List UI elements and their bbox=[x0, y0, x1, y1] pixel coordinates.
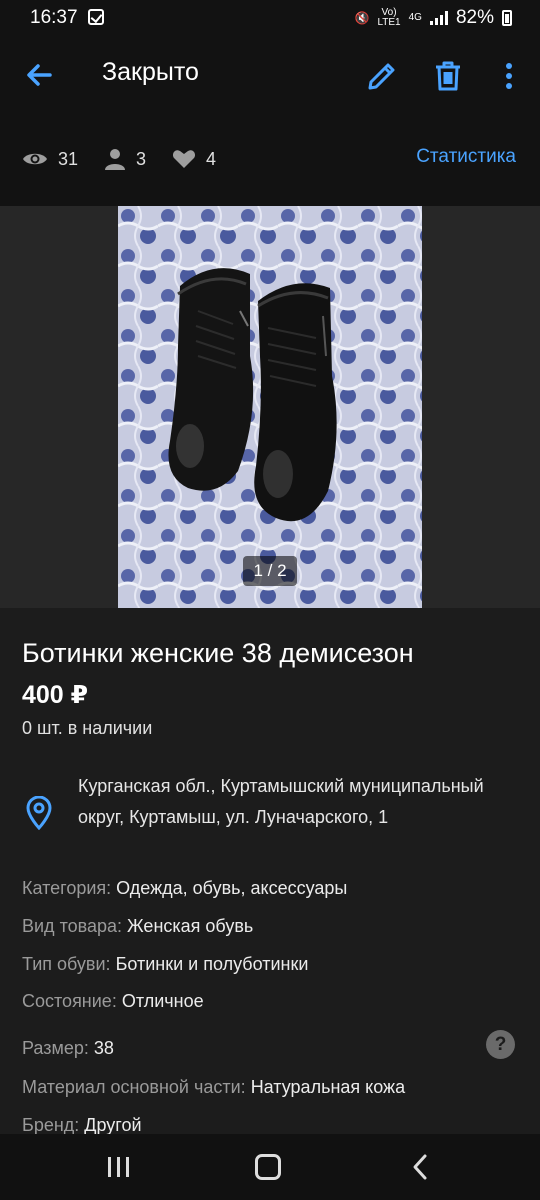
status-bar: 16:37 🔇 Vo) LTE1 4G 82% bbox=[0, 0, 540, 36]
home-button[interactable] bbox=[238, 1144, 298, 1190]
product-price: 400 ₽ bbox=[22, 681, 89, 709]
network-type: 4G bbox=[408, 12, 422, 23]
photo-gallery[interactable]: 1 / 2 bbox=[0, 206, 540, 608]
listing-details: Ботинки женские 38 демисезон 400 ₽ 0 шт.… bbox=[0, 608, 540, 1136]
chevron-left-icon bbox=[413, 1154, 427, 1180]
attribute-row-condition: Состояние: Отличное bbox=[22, 991, 204, 1012]
volte-indicator: Vo) LTE1 bbox=[377, 8, 400, 28]
product-title: Ботинки женские 38 демисезон bbox=[22, 638, 414, 668]
statistics-link[interactable]: Статистика bbox=[416, 146, 516, 168]
favorites-stat: 4 bbox=[172, 149, 216, 170]
attribute-row-material: Материал основной части: Натуральная кож… bbox=[22, 1077, 405, 1098]
help-icon[interactable]: ? bbox=[486, 1030, 515, 1059]
edit-pencil-icon bbox=[368, 63, 395, 90]
more-options-button[interactable] bbox=[490, 56, 528, 96]
product-photo[interactable] bbox=[118, 206, 422, 608]
views-count: 31 bbox=[58, 148, 79, 169]
location-pin-icon bbox=[26, 796, 52, 830]
address-text[interactable]: Курганская обл., Куртамышский муниципаль… bbox=[78, 771, 498, 833]
back-button[interactable] bbox=[20, 56, 60, 96]
attribute-row-shoe-type: Тип обуви: Ботинки и полуботинки bbox=[22, 954, 308, 975]
status-time: 16:37 bbox=[30, 7, 78, 28]
lte-label: LTE1 bbox=[377, 17, 401, 28]
delete-button[interactable] bbox=[428, 56, 468, 96]
eye-icon bbox=[23, 153, 47, 165]
mute-icon: 🔇 bbox=[354, 11, 370, 25]
signal-icon bbox=[429, 11, 448, 25]
photo-counter: 1 / 2 bbox=[243, 556, 297, 586]
attribute-value: Ботинки и полуботинки bbox=[115, 954, 309, 974]
attribute-value: Одежда, обувь, аксессуары bbox=[116, 878, 348, 898]
system-navigation-bar bbox=[0, 1134, 540, 1200]
edit-button[interactable] bbox=[362, 56, 402, 96]
attribute-value: Женская обувь bbox=[127, 916, 254, 936]
battery-percent: 82% bbox=[455, 7, 494, 28]
attribute-value: Отличное bbox=[121, 991, 204, 1011]
attribute-value: Другой bbox=[84, 1115, 142, 1135]
recent-apps-icon bbox=[107, 1157, 111, 1177]
attribute-label: Состояние: bbox=[22, 991, 117, 1011]
listing-stats: 31 3 4 bbox=[22, 148, 242, 170]
stock-status: 0 шт. в наличии bbox=[22, 718, 153, 738]
attribute-value: 38 bbox=[93, 1038, 114, 1058]
views-stat: 31 bbox=[22, 149, 78, 170]
notification-check-icon bbox=[88, 9, 104, 25]
battery-icon bbox=[502, 10, 512, 26]
boots-photo-image bbox=[118, 206, 422, 608]
attribute-label: Вид товара: bbox=[22, 916, 123, 936]
page-title: Закрыто bbox=[102, 58, 199, 86]
attribute-row-category: Категория: Одежда, обувь, аксессуары bbox=[22, 878, 347, 899]
contacts-stat: 3 bbox=[104, 148, 146, 170]
trash-icon bbox=[436, 61, 460, 91]
recent-apps-button[interactable] bbox=[88, 1144, 148, 1190]
status-icons: 🔇 Vo) LTE1 4G 82% bbox=[354, 7, 512, 29]
attribute-value: Натуральная кожа bbox=[250, 1077, 406, 1097]
more-vertical-icon bbox=[506, 63, 512, 89]
person-icon bbox=[105, 149, 126, 170]
attribute-label: Тип обуви: bbox=[22, 954, 111, 974]
attribute-row-size: Размер: 38 bbox=[22, 1038, 114, 1059]
attribute-label: Бренд: bbox=[22, 1115, 80, 1135]
attribute-label: Размер: bbox=[22, 1038, 89, 1058]
attribute-row-brand: Бренд: Другой bbox=[22, 1115, 142, 1136]
attribute-row-product-type: Вид товара: Женская обувь bbox=[22, 916, 253, 937]
app-header: Закрыто 31 3 4 Статистика bbox=[0, 36, 540, 206]
heart-icon bbox=[173, 150, 196, 168]
back-arrow-icon bbox=[27, 64, 52, 86]
contacts-count: 3 bbox=[136, 148, 147, 169]
attribute-label: Категория: bbox=[22, 878, 112, 898]
favorites-count: 4 bbox=[206, 148, 217, 169]
system-back-button[interactable] bbox=[390, 1144, 450, 1190]
home-icon bbox=[255, 1154, 281, 1180]
attribute-label: Материал основной части: bbox=[22, 1077, 246, 1097]
